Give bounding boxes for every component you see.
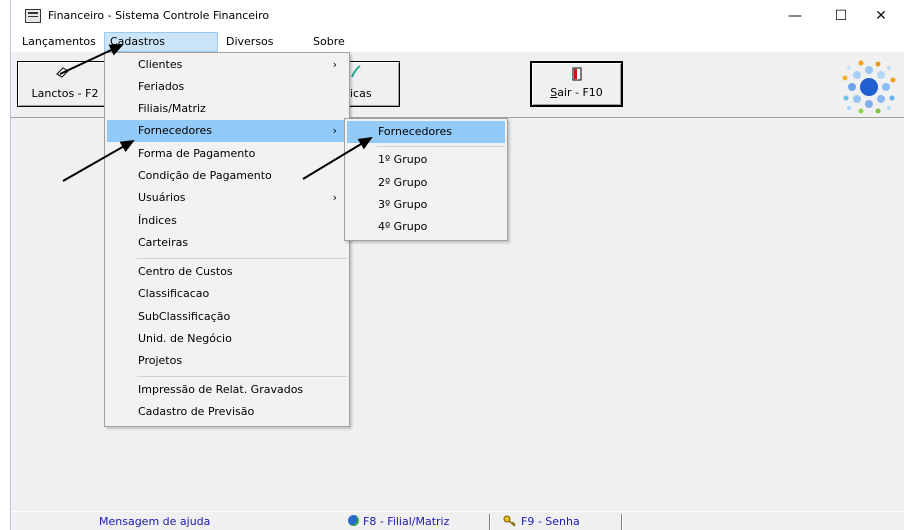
menu-item-indices[interactable]: Índices bbox=[107, 210, 347, 232]
menu-item-feriados[interactable]: Feriados bbox=[107, 76, 347, 98]
menu-item-fornecedores[interactable]: Fornecedores › bbox=[107, 120, 347, 142]
sair-label: Sair - F10 bbox=[550, 86, 603, 99]
status-separator bbox=[621, 514, 623, 530]
chart-icon bbox=[350, 64, 362, 82]
menu-item-projetos[interactable]: Projetos bbox=[107, 350, 347, 372]
status-separator bbox=[489, 514, 491, 530]
status-senha[interactable]: F9 - Senha bbox=[503, 514, 580, 530]
graficas-label: icas bbox=[350, 87, 372, 100]
graficas-button[interactable]: icas bbox=[345, 61, 400, 107]
menu-cadastros[interactable]: Cadastros bbox=[104, 32, 218, 52]
menu-item-impressao-relat[interactable]: Impressão de Relat. Gravados bbox=[107, 379, 347, 401]
exit-door-icon bbox=[572, 67, 582, 85]
eraser-icon bbox=[55, 66, 71, 82]
submenu-arrow-icon: › bbox=[332, 58, 337, 71]
cadastros-menu: Clientes › Feriados Filiais/Matriz Fornec… bbox=[104, 52, 350, 427]
company-logo bbox=[841, 58, 897, 116]
submenu-arrow-icon: › bbox=[332, 191, 337, 204]
menu-item-condicao-pagamento[interactable]: Condição de Pagamento bbox=[107, 165, 347, 187]
submenu-arrow-icon: › bbox=[332, 124, 337, 137]
menu-item-classificacao[interactable]: Classificacao bbox=[107, 283, 347, 305]
submenu-item-grupo-1[interactable]: 1º Grupo bbox=[347, 149, 505, 171]
menu-item-usuarios[interactable]: Usuários › bbox=[107, 187, 347, 209]
fornecedores-submenu: Fornecedores 1º Grupo 2º Grupo 3º Grupo … bbox=[344, 118, 508, 241]
submenu-item-grupo-3[interactable]: 3º Grupo bbox=[347, 194, 505, 216]
menu-item-centro-custos[interactable]: Centro de Custos bbox=[107, 261, 347, 283]
menu-sobre[interactable]: Sobre bbox=[308, 32, 350, 52]
menu-diversos[interactable]: Diversos bbox=[221, 32, 279, 52]
menu-divider bbox=[137, 376, 347, 377]
title-bar: Financeiro - Sistema Controle Financeiro… bbox=[11, 0, 904, 32]
globe-icon bbox=[348, 515, 359, 526]
submenu-item-grupo-2[interactable]: 2º Grupo bbox=[347, 172, 505, 194]
menu-item-unid-negocio[interactable]: Unid. de Negócio bbox=[107, 328, 347, 350]
menu-item-forma-pagamento[interactable]: Forma de Pagamento bbox=[107, 143, 347, 165]
menu-item-cadastro-previsao[interactable]: Cadastro de Previsão bbox=[107, 401, 347, 423]
menu-bar: Lançamentos Cadastros Diversos Sobre bbox=[11, 32, 904, 52]
sair-button[interactable]: Sair - F10 bbox=[530, 61, 623, 107]
close-button[interactable]: ✕ bbox=[858, 0, 904, 32]
menu-item-subclassificacao[interactable]: SubClassificação bbox=[107, 306, 347, 328]
lanctos-button[interactable]: Lanctos - F2 bbox=[17, 61, 113, 107]
window-title: Financeiro - Sistema Controle Financeiro bbox=[48, 9, 270, 22]
minimize-button[interactable]: — bbox=[772, 0, 818, 32]
submenu-item-grupo-4[interactable]: 4º Grupo bbox=[347, 216, 505, 238]
menu-divider bbox=[377, 146, 505, 147]
submenu-item-fornecedores[interactable]: Fornecedores bbox=[347, 121, 505, 143]
menu-item-carteiras[interactable]: Carteiras bbox=[107, 232, 347, 254]
status-filial[interactable]: F8 - Filial/Matriz bbox=[348, 514, 449, 530]
status-bar: Mensagem de ajuda F8 - Filial/Matriz F9 … bbox=[11, 511, 904, 530]
menu-lancamentos[interactable]: Lançamentos bbox=[17, 32, 101, 52]
menu-divider bbox=[137, 258, 347, 259]
lanctos-label: Lanctos - F2 bbox=[31, 87, 99, 100]
menu-item-clientes[interactable]: Clientes › bbox=[107, 54, 347, 76]
app-icon[interactable] bbox=[25, 9, 41, 23]
menu-item-filiais-matriz[interactable]: Filiais/Matriz bbox=[107, 98, 347, 120]
key-icon bbox=[503, 515, 517, 530]
status-help-text: Mensagem de ajuda bbox=[99, 515, 211, 528]
